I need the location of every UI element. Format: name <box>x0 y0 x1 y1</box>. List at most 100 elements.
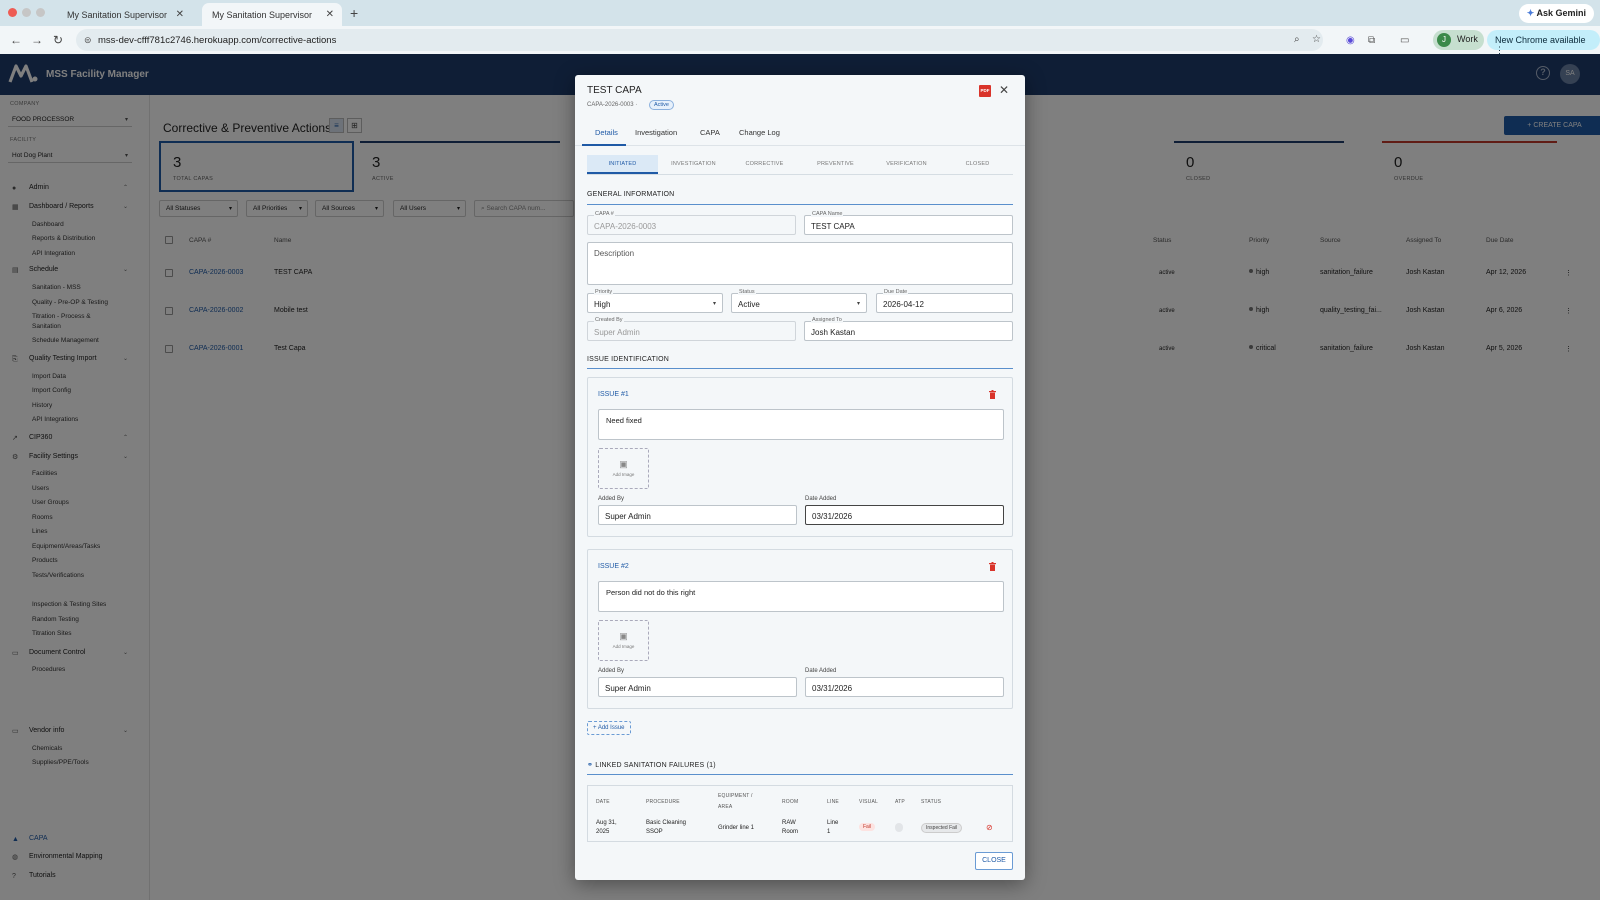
linked-failures-table: DATE PROCEDURE EQUIPMENT / AREA ROOM LIN… <box>587 785 1013 842</box>
ask-gemini-button[interactable]: ✦ Ask Gemini <box>1518 4 1594 23</box>
ask-gemini-label: Ask Gemini <box>1536 8 1586 18</box>
unlink-icon[interactable]: ⊘ <box>986 823 993 832</box>
pdf-export-icon[interactable]: PDF <box>979 85 991 97</box>
capa-name-field[interactable]: CAPA Name TEST CAPA <box>804 211 1013 235</box>
date-added-field[interactable]: 03/31/2026 <box>805 677 1004 697</box>
image-icon: ▣ <box>619 631 628 641</box>
delete-issue-icon[interactable] <box>989 390 996 399</box>
linked-failures-heading: ⚭ LINKED SANITATION FAILURES (1) <box>587 761 716 769</box>
field-label: CAPA # <box>594 211 615 217</box>
profile-avatar: J <box>1437 33 1451 47</box>
maximize-window-dot[interactable] <box>36 8 45 17</box>
step-preventive[interactable]: PREVENTIVE <box>800 155 871 174</box>
column-header: PROCEDURE <box>646 799 680 805</box>
browser-tab-2[interactable]: My Sanitation Supervisor ✕ <box>202 3 342 26</box>
column-header: LINE <box>827 799 839 805</box>
url-text[interactable]: mss-dev-cfff781c2746.herokuapp.com/corre… <box>98 35 336 46</box>
issue-card: ISSUE #1 Need fixed ▣ Add Image Added By … <box>587 377 1013 537</box>
field-value: Super Admin <box>605 684 651 693</box>
line-line-2: 1 <box>827 829 831 835</box>
inspection-status-badge: Inspected Fail <box>921 823 963 833</box>
field-value: 2026-04-12 <box>883 300 924 309</box>
close-button[interactable]: CLOSE <box>975 852 1013 870</box>
delete-issue-icon[interactable] <box>989 562 996 571</box>
extensions-puzzle-icon[interactable]: ⧉ <box>1368 35 1375 46</box>
browser-tab-1[interactable]: My Sanitation Supervisor ✕ <box>57 3 192 26</box>
column-header: ROOM <box>782 799 799 805</box>
side-panel-icon[interactable]: ▭ <box>1400 35 1409 46</box>
update-label: New Chrome available <box>1495 35 1586 45</box>
tab-title: My Sanitation Supervisor <box>67 10 168 20</box>
tab-change-log[interactable]: Change Log <box>739 128 780 137</box>
chrome-update-button[interactable]: New Chrome available ⋮ <box>1487 30 1600 55</box>
tab-capa[interactable]: CAPA <box>700 128 720 137</box>
zoom-icon[interactable]: ⌕ <box>1294 34 1300 45</box>
field-value: Active <box>738 300 760 309</box>
bookmark-star-icon[interactable]: ☆ <box>1312 34 1321 45</box>
column-header: ATP <box>895 799 905 805</box>
issue-card: ISSUE #2 Person did not do this right ▣ A… <box>587 549 1013 709</box>
field-value: Super Admin <box>594 328 640 337</box>
field-label: Due Date <box>883 289 909 295</box>
step-initiated[interactable]: INITIATED <box>587 155 658 174</box>
date-added-field[interactable]: 03/31/2026 <box>805 505 1004 525</box>
tab-details[interactable]: Details <box>595 128 618 137</box>
profile-button[interactable]: J Work <box>1433 30 1484 50</box>
add-issue-button[interactable]: + Add Issue <box>587 721 631 735</box>
add-image-button[interactable]: ▣ Add Image <box>598 620 649 661</box>
step-corrective[interactable]: CORRECTIVE <box>729 155 800 174</box>
site-info-icon[interactable]: ⊜ <box>84 35 92 46</box>
column-header: DATE <box>596 799 610 805</box>
section-divider <box>587 204 1013 205</box>
close-icon[interactable]: ✕ <box>999 83 1009 97</box>
added-by-field[interactable]: Super Admin <box>598 677 797 697</box>
forward-icon[interactable]: → <box>31 33 43 47</box>
priority-select[interactable]: Priority High ▾ <box>587 289 723 313</box>
omnibox[interactable]: ⊜ mss-dev-cfff781c2746.herokuapp.com/cor… <box>76 29 1323 51</box>
link-icon: ⚭ <box>587 762 594 769</box>
field-placeholder: Description <box>594 249 635 258</box>
tab-close-icon[interactable]: ✕ <box>326 9 334 20</box>
due-date-field[interactable]: Due Date 2026-04-12 <box>876 289 1013 313</box>
address-bar-row: ← → ↻ ⊜ mss-dev-cfff781c2746.herokuapp.c… <box>0 26 1600 55</box>
field-value: CAPA-2026-0003 <box>594 222 657 231</box>
browser-tab-bar: My Sanitation Supervisor ✕ My Sanitation… <box>0 0 1600 26</box>
extension-icon[interactable]: ◉ <box>1346 35 1355 46</box>
modal-capa-id: CAPA-2026-0003 · <box>587 102 638 108</box>
step-verification[interactable]: VERIFICATION <box>871 155 942 174</box>
date-added-label: Date Added <box>805 496 837 502</box>
workflow-stepper: INITIATED INVESTIGATION CORRECTIVE PREVE… <box>587 155 1013 175</box>
profile-label: Work <box>1457 34 1478 44</box>
field-label: Assigned To <box>811 317 843 323</box>
cell-date: Aug 31, 2025 <box>596 819 617 837</box>
add-image-button[interactable]: ▣ Add Image <box>598 448 649 489</box>
close-window-dot[interactable] <box>8 8 17 17</box>
minimize-window-dot[interactable] <box>22 8 31 17</box>
new-tab-icon[interactable]: + <box>350 5 358 21</box>
tab-investigation[interactable]: Investigation <box>635 128 677 137</box>
step-closed[interactable]: CLOSED <box>942 155 1013 174</box>
field-value: Josh Kastan <box>811 328 856 337</box>
atp-empty-badge <box>895 823 903 832</box>
assigned-to-field[interactable]: Assigned To Josh Kastan <box>804 317 1013 341</box>
chevron-down-icon: ▾ <box>856 301 860 307</box>
field-label: Created By <box>594 317 624 323</box>
tab-title: My Sanitation Supervisor <box>212 10 313 20</box>
gemini-icon: ✦ <box>1526 8 1535 18</box>
add-image-label: Add Image <box>612 644 635 649</box>
procedure-line-1: Basic Cleaning <box>646 820 687 826</box>
room-line-1: RAW <box>782 820 796 826</box>
back-icon[interactable]: ← <box>10 33 22 47</box>
add-image-label: Add Image <box>612 472 635 477</box>
reload-icon[interactable]: ↻ <box>53 33 63 47</box>
issue-description-input[interactable]: Need fixed <box>598 409 1004 440</box>
issue-description-input[interactable]: Person did not do this right <box>598 581 1004 612</box>
capa-detail-modal: TEST CAPA CAPA-2026-0003 · Active PDF ✕ … <box>575 75 1025 880</box>
description-field[interactable]: Description <box>587 242 1013 285</box>
step-investigation[interactable]: INVESTIGATION <box>658 155 729 174</box>
added-by-field[interactable]: Super Admin <box>598 505 797 525</box>
tab-close-icon[interactable]: ✕ <box>176 9 184 20</box>
cell-equipment: Grinder line 1 <box>718 825 755 831</box>
field-value: High <box>594 300 611 309</box>
status-select[interactable]: Status Active ▾ <box>731 289 867 313</box>
